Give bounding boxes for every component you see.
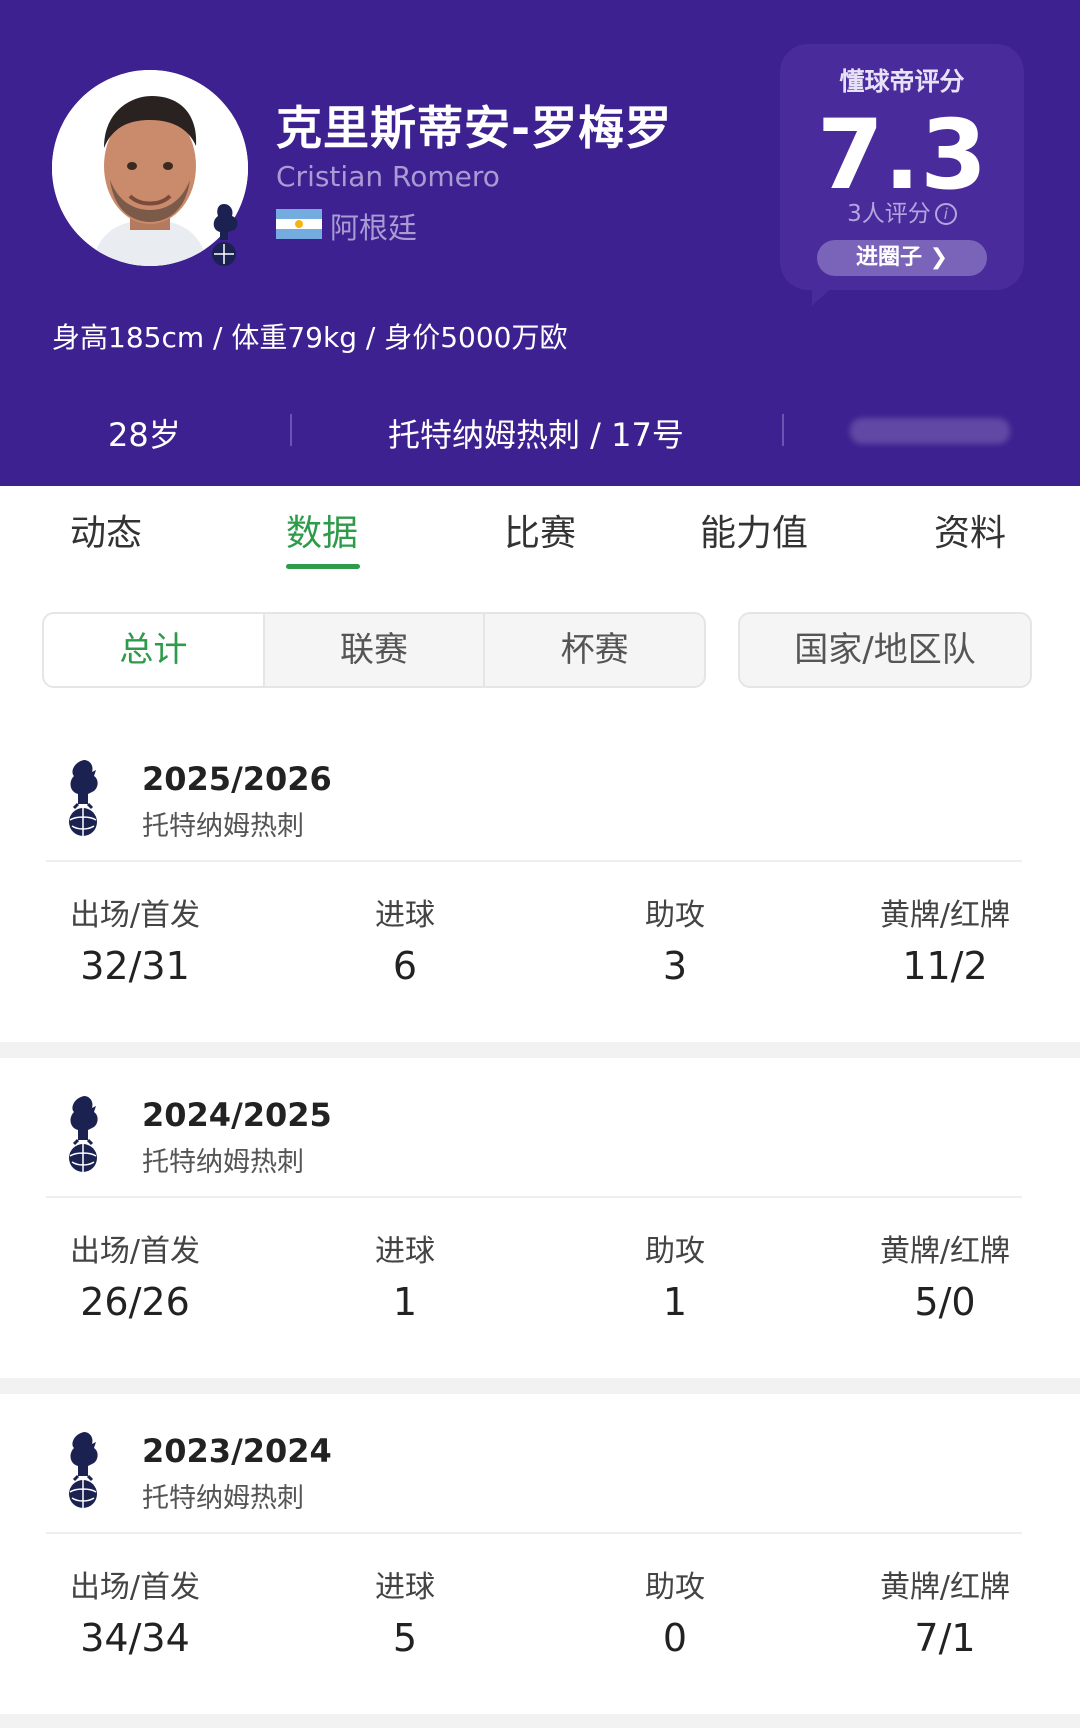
season-year: 2024/2025 — [142, 1096, 332, 1134]
club-badge-icon — [212, 204, 238, 266]
player-bio: 身高185cm / 体重79kg / 身价5000万欧 — [52, 321, 568, 354]
stat-label: 黄牌/红牌 — [879, 898, 1011, 933]
season-divider — [46, 1196, 1022, 1198]
stat-label: 助攻 — [645, 898, 705, 933]
stat-assists: 助攻 1 — [575, 1226, 775, 1324]
argentina-flag-icon — [276, 209, 322, 239]
season-club: 托特纳姆热刺 — [142, 811, 304, 842]
segment-cup[interactable]: 杯赛 — [485, 614, 704, 686]
segment-national-team[interactable]: 国家/地区队 — [738, 612, 1032, 688]
stat-value-cards: 5/0 — [914, 1280, 976, 1324]
stat-assists: 助攻 3 — [575, 890, 775, 988]
tab-news[interactable]: 动态 — [70, 504, 142, 556]
stat-value-assists: 1 — [662, 1280, 688, 1324]
season-divider — [46, 1532, 1022, 1534]
tottenham-cockerel-icon — [69, 760, 98, 836]
profile-tabs: 动态 数据 比赛 能力值 资料 — [0, 486, 1080, 586]
join-circle-button[interactable]: 进圈子 ❯ — [817, 240, 987, 276]
stat-cards: 黄牌/红牌 11/2 — [845, 890, 1045, 988]
season-club: 托特纳姆热刺 — [142, 1147, 304, 1178]
player-meta-row: 28岁 托特纳姆热刺 / 17号 — [0, 400, 1080, 460]
season-card[interactable]: 2025/2026 托特纳姆热刺 出场/首发 32/31 进球 6 助攻 3 黄… — [0, 722, 1080, 1042]
player-header: 克里斯蒂安-罗梅罗 Cristian Romero 阿根廷 身高185cm / … — [0, 0, 1080, 486]
tab-data[interactable]: 数据 — [286, 504, 358, 556]
rating-count: 3人评分 i — [780, 194, 1024, 228]
season-divider — [46, 860, 1022, 862]
stat-label: 助攻 — [645, 1234, 705, 1269]
stat-label: 出场/首发 — [69, 898, 201, 933]
stat-label: 黄牌/红牌 — [879, 1570, 1011, 1605]
player-age: 28岁 — [108, 416, 181, 454]
season-separator — [0, 1714, 1080, 1728]
stat-value-assists: 0 — [662, 1616, 688, 1660]
stat-label: 助攻 — [645, 1570, 705, 1605]
tab-profile[interactable]: 资料 — [934, 504, 1006, 556]
stat-label: 进球 — [375, 1570, 435, 1605]
meta-divider — [782, 414, 784, 446]
stat-cards: 黄牌/红牌 7/1 — [845, 1562, 1045, 1660]
competition-filter: 总计 联赛 杯赛 — [42, 612, 706, 688]
stat-value-assists: 3 — [662, 944, 688, 988]
player-english-name: Cristian Romero — [276, 160, 500, 193]
segment-total[interactable]: 总计 — [44, 614, 265, 686]
rating-card[interactable]: 懂球帝评分 7.3 3人评分 i 进圈子 ❯ — [780, 44, 1024, 290]
info-icon[interactable]: i — [934, 203, 957, 225]
stat-label: 进球 — [375, 898, 435, 933]
blurred-meta-value — [850, 418, 1010, 444]
tab-matches[interactable]: 比赛 — [504, 504, 576, 556]
season-separator — [0, 1042, 1080, 1058]
season-year: 2023/2024 — [142, 1432, 332, 1470]
stat-apps: 出场/首发 32/31 — [35, 890, 235, 988]
stat-value-cards: 7/1 — [914, 1616, 976, 1660]
stat-label: 黄牌/红牌 — [879, 1234, 1011, 1269]
season-year: 2025/2026 — [142, 760, 332, 798]
stat-apps: 出场/首发 34/34 — [35, 1562, 235, 1660]
season-card[interactable]: 2024/2025 托特纳姆热刺 出场/首发 26/26 进球 1 助攻 1 黄… — [0, 1058, 1080, 1378]
stat-value-apps: 26/26 — [80, 1280, 190, 1324]
stat-apps: 出场/首发 26/26 — [35, 1226, 235, 1324]
meta-divider — [290, 414, 292, 446]
rating-count-label: 3人评分 — [847, 201, 931, 227]
stat-value-apps: 34/34 — [80, 1616, 190, 1660]
active-tab-indicator — [286, 564, 360, 569]
stat-goals: 进球 5 — [305, 1562, 505, 1660]
stat-goals: 进球 1 — [305, 1226, 505, 1324]
stat-label: 进球 — [375, 1234, 435, 1269]
season-separator — [0, 1378, 1080, 1394]
tab-ability[interactable]: 能力值 — [700, 504, 808, 556]
stat-value-cards: 11/2 — [902, 944, 988, 988]
stat-value-goals: 5 — [392, 1616, 418, 1660]
season-club: 托特纳姆热刺 — [142, 1483, 304, 1514]
stat-value-goals: 1 — [392, 1280, 418, 1324]
stat-label: 出场/首发 — [69, 1570, 201, 1605]
player-club-number[interactable]: 托特纳姆热刺 / 17号 — [388, 410, 684, 456]
rating-title: 懂球帝评分 — [839, 67, 965, 96]
stat-goals: 进球 6 — [305, 890, 505, 988]
stat-label: 出场/首发 — [69, 1234, 201, 1269]
player-name: 克里斯蒂安-罗梅罗 — [276, 101, 673, 155]
stat-assists: 助攻 0 — [575, 1562, 775, 1660]
tottenham-cockerel-icon — [69, 1096, 98, 1172]
segment-league[interactable]: 联赛 — [265, 614, 486, 686]
stat-value-apps: 32/31 — [80, 944, 190, 988]
stat-cards: 黄牌/红牌 5/0 — [845, 1226, 1045, 1324]
tottenham-cockerel-icon — [69, 1432, 98, 1508]
stat-value-goals: 6 — [392, 944, 418, 988]
player-nationality[interactable]: 阿根廷 — [330, 205, 417, 247]
season-card[interactable]: 2023/2024 托特纳姆热刺 出场/首发 34/34 进球 5 助攻 0 黄… — [0, 1394, 1080, 1714]
